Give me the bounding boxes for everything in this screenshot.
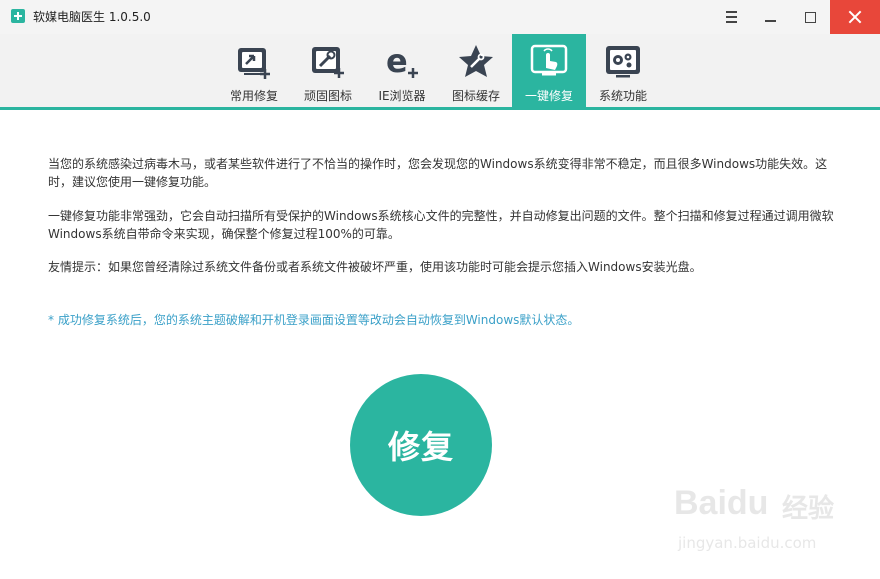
maximize-button[interactable] [790,0,830,34]
minimize-icon [764,20,776,22]
maximize-icon [804,11,816,23]
title-bar: 软媒电脑医生 1.0.5.0 [0,0,880,34]
menu-icon [725,11,737,23]
tab-icon-cache[interactable]: 图标缓存 [439,34,513,107]
hand-click-icon [529,42,569,82]
repair-note: * 成功修复系统后，您的系统主题破解和开机登录画面设置等改动会自动恢复到Wind… [48,313,580,327]
close-icon [848,10,862,24]
star-wrench-icon [456,42,496,82]
tab-stubborn-icons[interactable]: 顽固图标 [291,34,365,107]
ie-plus-icon: e [382,42,422,82]
feature-paragraph: 一键修复功能非常强劲，它会自动扫描所有受保护的Windows系统核心文件的完整性… [48,209,834,241]
tab-ie-browser[interactable]: e IE浏览器 [365,34,439,107]
watermark-brand: Baidu [674,484,769,522]
monitor-plus-icon [234,42,274,82]
tab-label: 系统功能 [598,89,647,103]
watermark-brand-cn: 经验 [782,494,835,524]
intro-paragraph: 当您的系统感染过病毒木马，或者某些软件进行了不恰当的操作时，您会发现您的Wind… [48,157,828,189]
tab-label: 常用修复 [229,89,278,103]
baidu-watermark: Baidu 经验 jingyan.baidu.com [672,484,872,574]
tab-one-click-repair[interactable]: 一键修复 [512,34,586,107]
watermark-url: jingyan.baidu.com [678,534,817,552]
repair-button[interactable]: 修复 [350,374,492,516]
tab-label: 一键修复 [524,89,573,103]
tab-label: IE浏览器 [378,89,426,103]
tab-common-repair[interactable]: 常用修复 [217,34,291,107]
menu-button[interactable] [711,0,751,34]
toolbar-accent-line [0,107,880,110]
tab-label: 顽固图标 [303,89,352,103]
close-button[interactable] [830,0,880,34]
tab-system-functions[interactable]: 系统功能 [586,34,660,107]
wrench-plus-icon [308,42,348,82]
medical-kit-icon [11,9,25,23]
gears-icon [603,42,643,82]
svg-text:e: e [386,42,408,80]
tip-paragraph: 友情提示：如果您曾经清除过系统文件备份或者系统文件被破坏严重，使用该功能时可能会… [48,260,702,274]
minimize-button[interactable] [750,0,790,34]
window-title: 软媒电脑医生 1.0.5.0 [33,10,151,24]
tab-label: 图标缓存 [451,89,500,103]
